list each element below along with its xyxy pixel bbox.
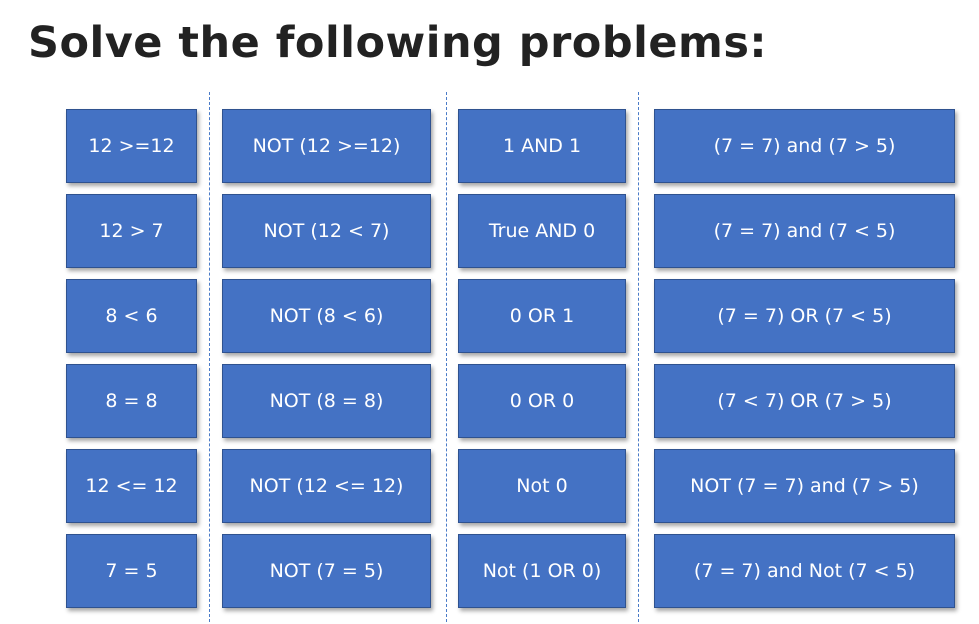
problem-cell: 7 = 5	[66, 534, 197, 608]
column-divider	[209, 92, 210, 622]
problem-cell: 12 > 7	[66, 194, 197, 268]
problem-cell: NOT (8 = 8)	[222, 364, 431, 438]
problem-cell: 0 OR 1	[458, 279, 626, 353]
problem-cell: (7 = 7) OR (7 < 5)	[654, 279, 955, 353]
problem-cell: (7 < 7) OR (7 > 5)	[654, 364, 955, 438]
problem-cell: NOT (12 < 7)	[222, 194, 431, 268]
page-title: Solve the following problems:	[28, 18, 768, 68]
problem-cell: NOT (7 = 7) and (7 > 5)	[654, 449, 955, 523]
problem-cell: 8 < 6	[66, 279, 197, 353]
problem-cell: (7 = 7) and (7 < 5)	[654, 194, 955, 268]
column-divider	[446, 92, 447, 622]
column-divider	[638, 92, 639, 622]
problem-cell: (7 = 7) and (7 > 5)	[654, 109, 955, 183]
problem-cell: NOT (7 = 5)	[222, 534, 431, 608]
problem-cell: NOT (8 < 6)	[222, 279, 431, 353]
problem-cell: 8 = 8	[66, 364, 197, 438]
problem-cell: NOT (12 >=12)	[222, 109, 431, 183]
problem-cell: 1 AND 1	[458, 109, 626, 183]
problem-cell: 0 OR 0	[458, 364, 626, 438]
problem-cell: 12 >=12	[66, 109, 197, 183]
problem-cell: Not 0	[458, 449, 626, 523]
problem-cell: NOT (12 <= 12)	[222, 449, 431, 523]
problem-cell: Not (1 OR 0)	[458, 534, 626, 608]
problem-cell: True AND 0	[458, 194, 626, 268]
problem-cell: (7 = 7) and Not (7 < 5)	[654, 534, 955, 608]
problem-cell: 12 <= 12	[66, 449, 197, 523]
